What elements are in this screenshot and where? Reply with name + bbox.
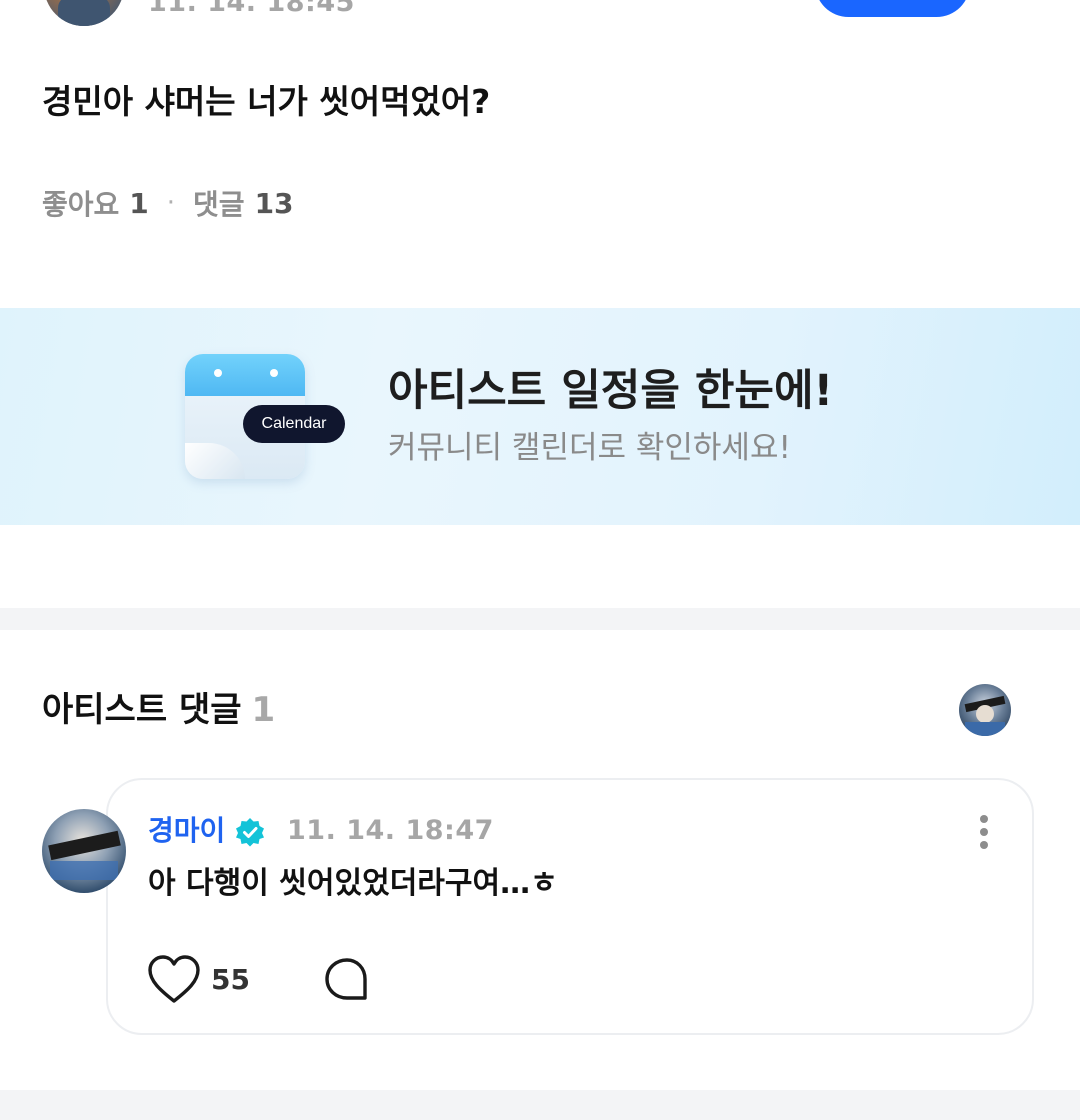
verified-badge-icon (236, 818, 264, 847)
banner-subtitle: 커뮤니티 캘린더로 확인하세요! (388, 430, 791, 466)
artist-comments-title: 아티스트 댓글 (42, 690, 242, 730)
calendar-pill-label: Calendar (243, 405, 345, 443)
likes-label[interactable]: 좋아요 (42, 183, 119, 223)
more-vertical-icon[interactable] (976, 814, 992, 850)
section-divider-bottom (0, 1090, 1080, 1120)
comment-body: 아 다행이 씻어있었더라구여…ㅎ (148, 866, 558, 901)
comment-author-avatar[interactable] (42, 809, 126, 893)
comments-count[interactable]: 13 (255, 187, 294, 220)
artist-comments-count: 1 (251, 690, 276, 730)
banner-title: 아티스트 일정을 한눈에! (388, 366, 834, 416)
comment-author-name[interactable]: 경마이 (148, 813, 225, 849)
comment-timestamp: 11. 14. 18:47 (287, 815, 494, 846)
follow-button[interactable] (815, 0, 970, 17)
more-vertical-icon[interactable] (1017, 0, 1031, 8)
post-author-avatar[interactable] (44, 0, 124, 26)
post-timestamp: 11. 14. 18:45 (148, 0, 355, 18)
artist-avatar-small[interactable] (959, 684, 1011, 736)
speech-bubble-icon[interactable] (322, 955, 372, 1005)
comments-label[interactable]: 댓글 (193, 183, 245, 223)
section-divider (0, 608, 1080, 630)
post-title: 경민아 샤머는 너가 씻어먹었어? (42, 82, 491, 121)
heart-outline-icon[interactable] (146, 953, 202, 1007)
stats-separator: · (166, 188, 176, 218)
artist-comments-heading: 아티스트 댓글 1 (42, 688, 275, 732)
post-stats: 좋아요 1 · 댓글 13 (42, 184, 294, 222)
comment-like-count: 55 (211, 963, 250, 996)
likes-count[interactable]: 1 (129, 187, 148, 220)
